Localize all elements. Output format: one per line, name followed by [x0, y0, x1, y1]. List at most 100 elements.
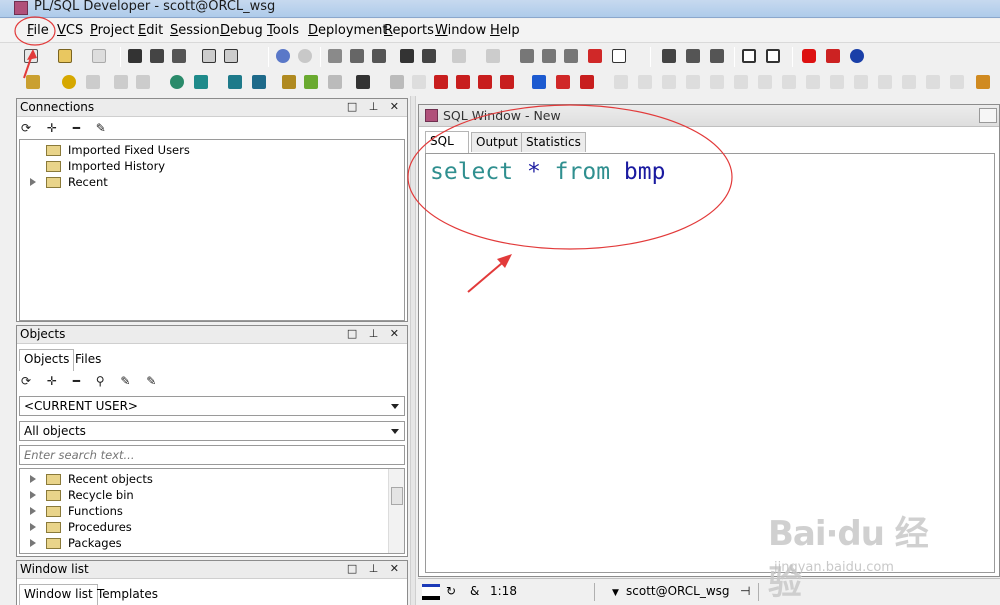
folder-icon	[46, 161, 61, 172]
menu-help[interactable]: Help	[490, 23, 520, 39]
copy-icon[interactable]	[348, 47, 366, 65]
stop-icon[interactable]	[250, 73, 268, 91]
tree-item[interactable]: Procedures	[26, 519, 326, 535]
wrench-icon[interactable]	[354, 73, 372, 91]
explain-icon[interactable]	[326, 73, 344, 91]
menu-reports[interactable]: Reports	[384, 23, 434, 39]
tree-item[interactable]: Recent objects	[26, 471, 326, 487]
red-cube-3-icon[interactable]	[476, 73, 494, 91]
bookmark-icon[interactable]	[388, 73, 406, 91]
nav-back-icon[interactable]	[450, 47, 468, 65]
rollback-icon[interactable]	[134, 73, 152, 91]
panel-controls[interactable]: □ ⊥ ✕	[347, 327, 403, 340]
search-input[interactable]	[19, 445, 405, 465]
panel-controls[interactable]: □ ⊥ ✕	[347, 562, 403, 575]
save-icon[interactable]	[126, 47, 144, 65]
panel-controls[interactable]: □ ⊥ ✕	[347, 100, 403, 113]
menu-project[interactable]: Project	[90, 23, 135, 39]
database-icon[interactable]	[168, 73, 186, 91]
connection-dropdown-icon[interactable]: ▼	[612, 586, 619, 601]
tab-templates[interactable]: Templates	[93, 585, 162, 605]
tab-statistics[interactable]: Statistics	[521, 132, 586, 152]
connections-tools[interactable]: ⟳ ✛ ━ ✎	[21, 121, 112, 137]
expand-arrow-icon[interactable]	[30, 539, 36, 547]
tree-item[interactable]: Packages	[26, 535, 326, 551]
tree-item[interactable]: Recent	[26, 174, 326, 190]
menu-file[interactable]: File	[27, 23, 49, 39]
report-icon[interactable]	[302, 73, 320, 91]
undo-icon[interactable]	[274, 47, 292, 65]
menu-session[interactable]: Session	[170, 23, 220, 39]
unindent-icon[interactable]	[562, 47, 580, 65]
tab-window-list[interactable]: Window list	[19, 584, 98, 605]
print-setup-icon[interactable]	[222, 47, 240, 65]
expand-arrow-icon[interactable]	[30, 523, 36, 531]
lock-icon[interactable]	[974, 73, 992, 91]
eraser-icon[interactable]	[410, 73, 428, 91]
cascade-icon[interactable]	[740, 47, 758, 65]
tree-item[interactable]: Functions	[26, 503, 326, 519]
objects-tools[interactable]: ⟳ ✛ ━ ⚲ ✎ ✎	[21, 374, 162, 390]
objects-scrollbar[interactable]	[388, 469, 404, 553]
red-cube-2-icon[interactable]	[454, 73, 472, 91]
printer-icon[interactable]	[200, 47, 218, 65]
gear-icon[interactable]	[60, 73, 78, 91]
arrow-right-blue-icon[interactable]	[530, 73, 548, 91]
tree-item[interactable]: Recycle bin	[26, 487, 326, 503]
key-icon[interactable]	[24, 73, 42, 91]
user-select[interactable]: <CURRENT USER>	[19, 396, 405, 416]
execute-icon[interactable]	[226, 73, 244, 91]
redo-icon[interactable]	[296, 47, 314, 65]
expand-arrow-icon[interactable]	[30, 507, 36, 515]
save-all-icon[interactable]	[170, 47, 188, 65]
tile-icon[interactable]	[764, 47, 782, 65]
arrow-right-red-icon[interactable]	[554, 73, 572, 91]
monitor-2-icon[interactable]	[684, 47, 702, 65]
new-icon[interactable]	[22, 47, 40, 65]
menu-edit[interactable]: Edit	[138, 23, 163, 39]
scrollbar-thumb[interactable]	[391, 487, 403, 505]
tree-item[interactable]: Imported Fixed Users	[26, 142, 326, 158]
minimize-button[interactable]	[979, 108, 997, 123]
expand-arrow-icon[interactable]	[30, 178, 36, 186]
red-cube-icon[interactable]	[432, 73, 450, 91]
expand-arrow-icon[interactable]	[30, 491, 36, 499]
splitter[interactable]	[410, 96, 416, 605]
save-as-icon[interactable]	[148, 47, 166, 65]
filter-select[interactable]: All objects	[19, 421, 405, 441]
menu-vcs[interactable]: VCS	[57, 23, 83, 39]
breakpoint-icon[interactable]	[586, 47, 604, 65]
tab-sql[interactable]: SQL	[425, 131, 469, 153]
sql-icon[interactable]	[192, 73, 210, 91]
open-folder-icon[interactable]	[56, 47, 74, 65]
menu-debug[interactable]: Debug	[220, 23, 263, 39]
paste-icon[interactable]	[370, 47, 388, 65]
find-icon[interactable]	[398, 47, 416, 65]
menu-deployment[interactable]: Deployment	[308, 23, 388, 39]
pen-icon[interactable]	[578, 73, 596, 91]
pdf-icon[interactable]	[824, 47, 842, 65]
comment-icon[interactable]	[518, 47, 536, 65]
indent-icon[interactable]	[540, 47, 558, 65]
find-next-icon[interactable]	[420, 47, 438, 65]
tab-files[interactable]: Files	[71, 350, 105, 370]
tab-objects[interactable]: Objects	[19, 349, 75, 371]
red-brush-icon[interactable]	[498, 73, 516, 91]
page-icon[interactable]	[610, 47, 628, 65]
monitor-3-icon[interactable]	[708, 47, 726, 65]
menu-window[interactable]: Window	[435, 23, 486, 39]
cut-icon[interactable]	[326, 47, 344, 65]
nav-forward-icon[interactable]	[484, 47, 502, 65]
tools-icon[interactable]	[280, 73, 298, 91]
tab-output[interactable]: Output	[471, 132, 523, 152]
connection-name[interactable]: scott@ORCL_wsg	[626, 584, 730, 599]
info-icon[interactable]	[848, 47, 866, 65]
monitor-icon[interactable]	[660, 47, 678, 65]
print-icon[interactable]	[90, 47, 108, 65]
menu-tools[interactable]: Tools	[267, 23, 299, 39]
pin-icon[interactable]: ⊣	[740, 584, 750, 599]
expand-arrow-icon[interactable]	[30, 475, 36, 483]
oracle-icon[interactable]	[800, 47, 818, 65]
commit-icon[interactable]	[112, 73, 130, 91]
tree-item[interactable]: Imported History	[26, 158, 326, 174]
